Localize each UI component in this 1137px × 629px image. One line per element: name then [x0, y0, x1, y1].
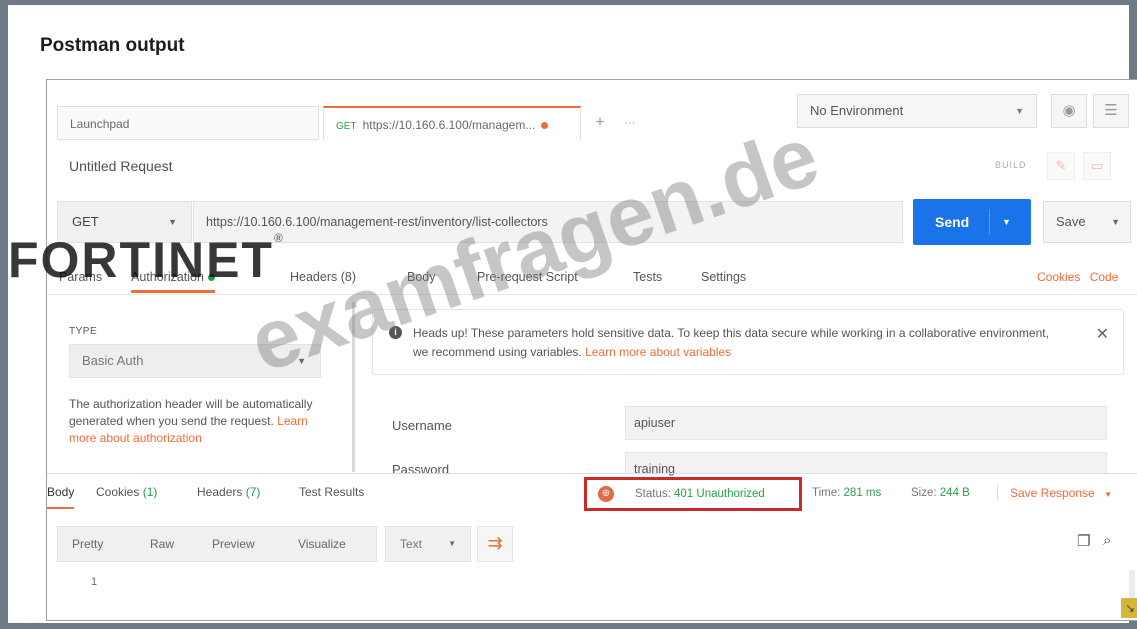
- method-value: GET: [72, 214, 99, 229]
- time-label: Time:: [812, 487, 841, 499]
- code-link[interactable]: Code: [1090, 270, 1119, 284]
- view-raw[interactable]: Raw: [150, 527, 174, 561]
- response-tab-cookies[interactable]: Cookies (1): [96, 485, 157, 499]
- save-response-label: Save Response: [1010, 486, 1095, 500]
- tab-label: Headers: [197, 485, 243, 499]
- status-value: 401 Unauthorized: [674, 488, 765, 500]
- tab-label: https://10.160.6.100/managem...: [362, 118, 536, 132]
- username-label: Username: [392, 418, 452, 433]
- cookies-link[interactable]: Cookies: [1037, 270, 1080, 284]
- line-number: 1: [91, 576, 98, 588]
- close-icon[interactable]: ✕: [1096, 324, 1109, 344]
- environment-select[interactable]: No Environment ▼: [797, 94, 1037, 128]
- banner-text: Heads up! These parameters hold sensitiv…: [413, 324, 1053, 362]
- unsaved-dot-icon: [541, 122, 549, 130]
- more-tabs-button[interactable]: ···: [617, 108, 643, 138]
- tab-method: GET: [336, 121, 357, 132]
- chevron-down-icon: ▼: [1104, 490, 1112, 499]
- build-label: BUILD: [995, 160, 1027, 170]
- divider: [47, 473, 1137, 474]
- resize-handle-icon[interactable]: ↘: [1121, 598, 1137, 618]
- chevron-down-icon: ▼: [1015, 106, 1024, 116]
- response-tab-headers[interactable]: Headers (7): [197, 485, 260, 499]
- chevron-down-icon: ▼: [1111, 217, 1120, 227]
- response-time: Time: 281 ms: [812, 487, 881, 499]
- page-title: Postman output: [40, 35, 185, 56]
- tab-label: Cookies: [96, 485, 140, 499]
- format-select[interactable]: Text ▼: [385, 526, 471, 562]
- edit-icon[interactable]: ✎: [1047, 152, 1075, 180]
- new-tab-button[interactable]: +: [587, 108, 613, 138]
- request-name[interactable]: Untitled Request: [69, 158, 173, 174]
- send-label: Send: [935, 214, 970, 230]
- registered-icon: ®: [273, 231, 285, 245]
- response-tab-test-results[interactable]: Test Results: [299, 485, 364, 499]
- username-input[interactable]: apiuser: [625, 406, 1107, 440]
- size-value: 244 B: [939, 487, 970, 499]
- sensitive-data-banner: i Heads up! These parameters hold sensit…: [372, 309, 1124, 375]
- globe-icon[interactable]: ⊕: [598, 486, 614, 502]
- status-highlight: ⊕ Status: 401 Unauthorized: [584, 477, 802, 511]
- view-mode-bar: Pretty Raw Preview Visualize: [57, 526, 377, 562]
- chevron-down-icon: ▼: [448, 539, 456, 548]
- search-icon[interactable]: ⌕: [1103, 532, 1111, 549]
- fortinet-watermark-logo: FORTINET®: [8, 231, 285, 289]
- divider: [47, 294, 1137, 295]
- learn-more-variables-link[interactable]: Learn more about variables: [585, 345, 731, 359]
- count-badge: (7): [245, 485, 261, 499]
- settings-sliders-icon[interactable]: ☰: [1093, 94, 1129, 128]
- status-label: Status:: [635, 488, 671, 500]
- auth-description: The authorization header will be automat…: [69, 396, 319, 447]
- eye-icon[interactable]: ◉: [1051, 94, 1087, 128]
- tab-request[interactable]: GET https://10.160.6.100/managem...: [323, 106, 581, 140]
- count-badge: (1): [142, 485, 158, 499]
- tab-launchpad[interactable]: Launchpad: [57, 106, 319, 140]
- save-label: Save: [1056, 214, 1086, 229]
- chevron-down-icon[interactable]: ▼: [1002, 199, 1011, 245]
- request-links: Cookies Code: [1037, 270, 1118, 284]
- environment-value: No Environment: [810, 103, 904, 118]
- wrap-lines-icon[interactable]: ⇉: [477, 526, 513, 562]
- send-button[interactable]: Send ▼: [913, 199, 1031, 245]
- auth-type-label: TYPE: [69, 326, 98, 337]
- time-value: 281 ms: [843, 487, 882, 499]
- save-button[interactable]: Save ▼: [1043, 201, 1131, 243]
- divider: [997, 485, 998, 501]
- auth-type-value: Basic Auth: [82, 353, 144, 368]
- tab-settings[interactable]: Settings: [701, 270, 746, 284]
- view-pretty[interactable]: Pretty: [72, 527, 103, 561]
- divider: [989, 209, 990, 235]
- postman-window: Launchpad GET https://10.160.6.100/manage…: [46, 79, 1137, 621]
- comments-icon[interactable]: ▭: [1083, 152, 1111, 180]
- response-size: Size: 244 B: [911, 487, 970, 499]
- size-label: Size:: [911, 487, 937, 499]
- view-visualize[interactable]: Visualize: [298, 527, 346, 561]
- view-preview[interactable]: Preview: [212, 527, 255, 561]
- tab-tests[interactable]: Tests: [633, 270, 662, 284]
- screenshot-frame: Postman output Launchpad GET https://10.1…: [0, 0, 1137, 629]
- response-tab-body[interactable]: Body: [47, 485, 75, 509]
- password-input[interactable]: training: [625, 452, 1107, 476]
- status-text: Status: 401 Unauthorized: [635, 488, 765, 500]
- auth-description-text: The authorization header will be automat…: [69, 397, 313, 428]
- copy-icon[interactable]: ❐: [1077, 532, 1090, 550]
- tab-label: Launchpad: [70, 117, 130, 131]
- password-label: Password: [392, 462, 450, 477]
- format-value: Text: [400, 537, 423, 551]
- save-response-button[interactable]: Save Response ▼: [1010, 486, 1112, 500]
- logo-text: FORTINET: [8, 232, 274, 288]
